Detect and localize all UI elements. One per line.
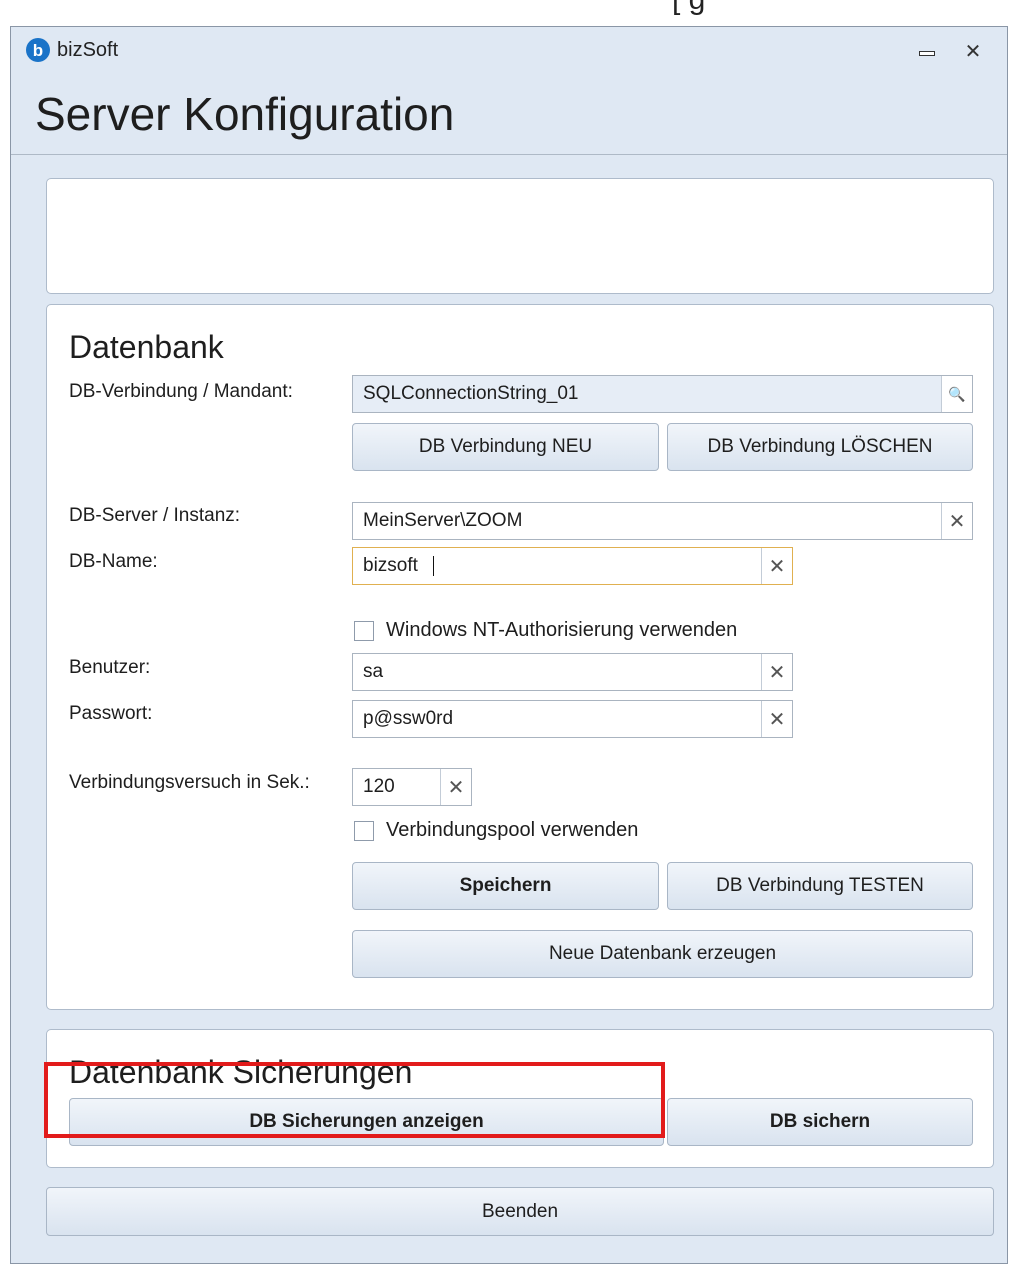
save-button[interactable]: Speichern xyxy=(352,862,659,910)
page-title: Server Konfiguration xyxy=(35,88,455,140)
name-label: DB-Name: xyxy=(69,551,158,572)
datenbank-title: Datenbank xyxy=(69,329,224,365)
minimize-icon[interactable] xyxy=(916,43,938,61)
bizsoft-logo-icon: b xyxy=(26,38,50,62)
text-caret xyxy=(433,556,434,576)
timeout-label: Verbindungsversuch in Sek.: xyxy=(69,772,310,793)
password-value: p@ssw0rd xyxy=(363,708,454,729)
connection-value: SQLConnectionString_01 xyxy=(363,383,579,404)
user-label: Benutzer: xyxy=(69,657,151,678)
nt-auth-label: Windows NT-Authorisierung verwenden xyxy=(386,619,738,641)
search-icon[interactable]: 🔍 xyxy=(941,376,972,412)
timeout-field[interactable]: 120 ✕ xyxy=(352,768,472,806)
pool-checkbox[interactable] xyxy=(354,820,374,841)
server-label: DB-Server / Instanz: xyxy=(69,505,241,526)
timeout-value: 120 xyxy=(363,776,395,797)
close-icon[interactable]: ✕ xyxy=(961,39,985,63)
highlight-box xyxy=(44,1062,665,1138)
window-title: bizSoft xyxy=(57,39,119,61)
password-field[interactable]: p@ssw0rd ✕ xyxy=(352,700,793,738)
info-panel xyxy=(46,178,994,294)
name-value: bizsoft xyxy=(363,555,418,576)
clear-icon[interactable]: ✕ xyxy=(440,769,471,805)
pool-label: Verbindungspool verwenden xyxy=(386,819,639,841)
clear-icon[interactable]: ✕ xyxy=(941,503,972,539)
server-field[interactable]: MeinServer\ZOOM ✕ xyxy=(352,502,973,540)
backup-button[interactable]: DB sichern xyxy=(667,1098,973,1146)
exit-button[interactable]: Beenden xyxy=(46,1187,994,1236)
name-field[interactable]: bizsoft ✕ xyxy=(352,547,793,585)
password-label: Passwort: xyxy=(69,703,153,724)
user-value: sa xyxy=(363,661,384,682)
new-connection-button[interactable]: DB Verbindung NEU xyxy=(352,423,659,471)
title-bar: b bizSoft ✕ xyxy=(11,27,1007,77)
clear-icon[interactable]: ✕ xyxy=(761,654,792,690)
connection-field[interactable]: SQLConnectionString_01 🔍 xyxy=(352,375,973,413)
nt-auth-checkbox-row[interactable]: Windows NT-Authorisierung verwenden xyxy=(354,619,737,642)
delete-connection-button[interactable]: DB Verbindung LÖSCHEN xyxy=(667,423,973,471)
clear-icon[interactable]: ✕ xyxy=(761,548,792,584)
clear-icon[interactable]: ✕ xyxy=(761,701,792,737)
test-connection-button[interactable]: DB Verbindung TESTEN xyxy=(667,862,973,910)
create-database-button[interactable]: Neue Datenbank erzeugen xyxy=(352,930,973,978)
datenbank-panel: Datenbank DB-Verbindung / Mandant: SQLCo… xyxy=(46,304,994,1010)
pool-checkbox-row[interactable]: Verbindungspool verwenden xyxy=(354,819,638,842)
server-value: MeinServer\ZOOM xyxy=(363,510,523,531)
page-header: Server Konfiguration xyxy=(11,77,1007,155)
user-field[interactable]: sa ✕ xyxy=(352,653,793,691)
background-text: [ g xyxy=(672,0,705,20)
connection-label: DB-Verbindung / Mandant: xyxy=(69,381,293,402)
nt-auth-checkbox[interactable] xyxy=(354,620,374,641)
